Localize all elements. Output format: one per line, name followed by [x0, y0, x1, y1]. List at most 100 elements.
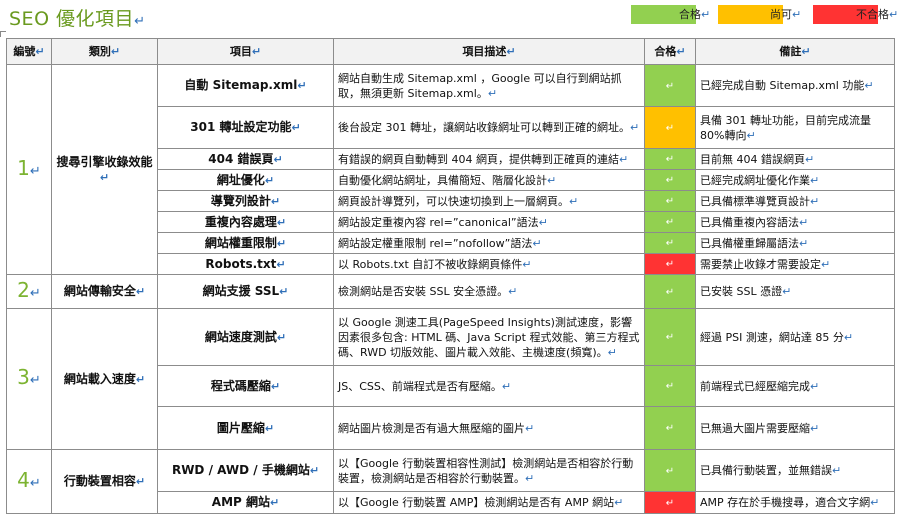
return-mark-icon: ↵	[870, 496, 880, 509]
return-mark-icon: ↵	[665, 175, 675, 186]
return-mark-icon: ↵	[832, 464, 842, 477]
row-status-pass: ↵	[644, 64, 696, 107]
return-mark-icon: ↵	[810, 194, 820, 208]
row-note: AMP 存在於手機搜尋，適合文字網↵	[695, 491, 895, 514]
return-mark-icon: ↵	[864, 79, 874, 92]
row-note: 已具備標準導覽頁設計↵	[695, 190, 895, 212]
return-mark-icon: ↵	[810, 173, 820, 187]
row-note-text: 目前無 404 錯誤網頁	[700, 152, 805, 166]
row-item-text: 圖片壓縮	[216, 420, 265, 435]
row-note: 前端程式已經壓縮完成↵	[695, 365, 895, 407]
page-corner-mark	[0, 31, 6, 37]
row-item-text: 導覽列設計	[210, 193, 271, 208]
group-category: 網站傳輸安全↵	[51, 274, 158, 309]
return-mark-icon: ↵	[135, 475, 146, 488]
return-mark-icon: ↵	[810, 421, 820, 435]
return-mark-icon: ↵	[538, 215, 548, 229]
row-description: 以 Robots.txt 自訂不被收錄網頁條件↵	[333, 253, 645, 275]
row-note-text: 已具備行動裝置，並無錯誤	[700, 464, 832, 477]
group-category-text: 搜尋引擎收錄效能	[56, 154, 153, 169]
row-note: 目前無 404 錯誤網頁↵	[695, 148, 895, 170]
row-status-pass: ↵	[644, 449, 696, 492]
row-note: 已經完成網址優化作業↵	[695, 169, 895, 191]
group-category-text: 行動裝置相容	[63, 474, 136, 488]
return-mark-icon: ↵	[276, 257, 286, 271]
row-description-text: 後台設定 301 轉址，讓網站收錄網址可以轉到正確的網址。	[338, 121, 630, 134]
return-mark-icon: ↵	[487, 86, 498, 100]
row-item-text: RWD / AWD / 手機網站	[171, 463, 310, 477]
page-title: SEO 優化項目↵	[9, 4, 145, 31]
row-note: 已安裝 SSL 憑證↵	[695, 274, 895, 309]
row-item: 301 轉址設定功能↵	[157, 106, 334, 149]
return-mark-icon: ↵	[309, 464, 320, 477]
group-number: 1↵	[6, 64, 52, 275]
row-item-text: 301 轉址設定功能	[190, 120, 292, 134]
return-mark-icon: ↵	[665, 465, 675, 477]
row-description-text: 網站設定權重限制 rel=”nofollow”語法	[338, 236, 533, 250]
return-mark-icon: ↵	[29, 285, 41, 301]
row-note-text: 具備 301 轉址功能，目前完成流量 80%轉向	[700, 113, 871, 142]
return-mark-icon: ↵	[665, 196, 675, 207]
return-mark-icon: ↵	[525, 421, 535, 435]
return-mark-icon: ↵	[297, 79, 307, 92]
group-category: 搜尋引擎收錄效能↵	[51, 64, 158, 275]
return-mark-icon: ↵	[264, 173, 275, 187]
group-number-text: 1	[17, 155, 30, 180]
row-status-pass: ↵	[644, 365, 696, 407]
row-description-text: 以【Google 行動裝置 AMP】檢測網站是否有 AMP 網站	[338, 496, 615, 509]
header-number: 編號↵	[6, 38, 52, 65]
return-mark-icon: ↵	[135, 372, 146, 386]
seo-table: 編號↵ 類別↵ 項目↵ 項目描述↵ 合格↵ 備註↵ 1↵ 搜尋引擎收錄效能↵ 自動 …	[6, 38, 895, 514]
row-item: 網站權重限制↵	[157, 232, 334, 254]
row-item: Robots.txt↵	[157, 253, 334, 275]
seo-table-container: 編號↵ 類別↵ 項目↵ 項目描述↵ 合格↵ 備註↵ 1↵ 搜尋引擎收錄效能↵ 自動 …	[6, 38, 895, 514]
legend-label-fail: 不合格↵	[856, 8, 899, 21]
row-item: 程式碼壓縮↵	[157, 365, 334, 407]
row-description-text: 檢測網站是否安裝 SSL 安全憑證。	[338, 285, 509, 298]
header-description: 項目描述↵	[333, 38, 645, 65]
table-header-row: 編號↵ 類別↵ 項目↵ 項目描述↵ 合格↵ 備註↵	[6, 38, 895, 65]
row-item: 自動 Sitemap.xml↵	[157, 64, 334, 107]
row-description-text: 有錯誤的網頁自動轉到 404 網頁，提供轉到正確頁的連結	[338, 152, 619, 166]
return-mark-icon: ↵	[532, 236, 542, 250]
header-pass: 合格↵	[644, 38, 696, 65]
return-mark-icon: ↵	[665, 80, 675, 92]
table-row: 4↵ 行動裝置相容↵ RWD / AWD / 手機網站↵ 以【Google 行動裝置相…	[6, 449, 895, 514]
row-description: 檢測網站是否安裝 SSL 安全憑證。↵	[333, 274, 645, 309]
return-mark-icon: ↵	[665, 332, 675, 343]
header-note: 備註↵	[695, 38, 895, 65]
group-category-text: 網站傳輸安全	[63, 284, 136, 298]
return-mark-icon: ↵	[270, 379, 281, 393]
row-note: 需要禁止收錄才需要設定↵	[695, 253, 895, 275]
row-status-pass: ↵	[644, 211, 696, 233]
row-status-pass: ↵	[644, 406, 696, 450]
return-mark-icon: ↵	[843, 330, 854, 344]
return-mark-icon: ↵	[614, 496, 624, 509]
return-mark-icon: ↵	[665, 154, 675, 165]
row-description: 後台設定 301 轉址，讓網站收錄網址可以轉到正確的網址。↵	[333, 106, 645, 149]
return-mark-icon: ↵	[665, 259, 675, 270]
return-mark-icon: ↵	[135, 285, 146, 298]
row-note: 已具備重複內容語法↵	[695, 211, 895, 233]
row-note: 已具備行動裝置，並無錯誤↵	[695, 449, 895, 492]
row-status-fail: ↵	[644, 491, 696, 514]
return-mark-icon: ↵	[665, 217, 675, 228]
return-mark-icon: ↵	[665, 238, 675, 249]
legend-label-fair: 尚可↵	[770, 8, 802, 21]
row-note: 已具備權重歸屬語法↵	[695, 232, 895, 254]
row-description: 網站設定權重限制 rel=”nofollow”語法↵	[333, 232, 645, 254]
row-status-pass: ↵	[644, 308, 696, 366]
row-status-pass: ↵	[644, 274, 696, 309]
row-note: 具備 301 轉址功能，目前完成流量 80%轉向↵	[695, 106, 895, 149]
row-item-text: AMP 網站	[211, 495, 270, 509]
row-description-text: 以 Google 測速工具(PageSpeed Insights)測試速度，影響…	[338, 315, 640, 359]
row-status-pass: ↵	[644, 169, 696, 191]
return-mark-icon: ↵	[665, 286, 675, 298]
return-mark-icon: ↵	[607, 345, 617, 359]
return-mark-icon: ↵	[264, 421, 275, 435]
row-description: 以【Google 行動裝置相容性測試】檢測網站是否相容於行動裝置，檢測網站是否相…	[333, 449, 645, 492]
return-mark-icon: ↵	[269, 496, 280, 509]
table-body: 1↵ 搜尋引擎收錄效能↵ 自動 Sitemap.xml↵ 網站自動生成 Sitemap…	[6, 64, 895, 514]
row-item: 網址優化↵	[157, 169, 334, 191]
row-item-text: Robots.txt	[205, 256, 277, 271]
